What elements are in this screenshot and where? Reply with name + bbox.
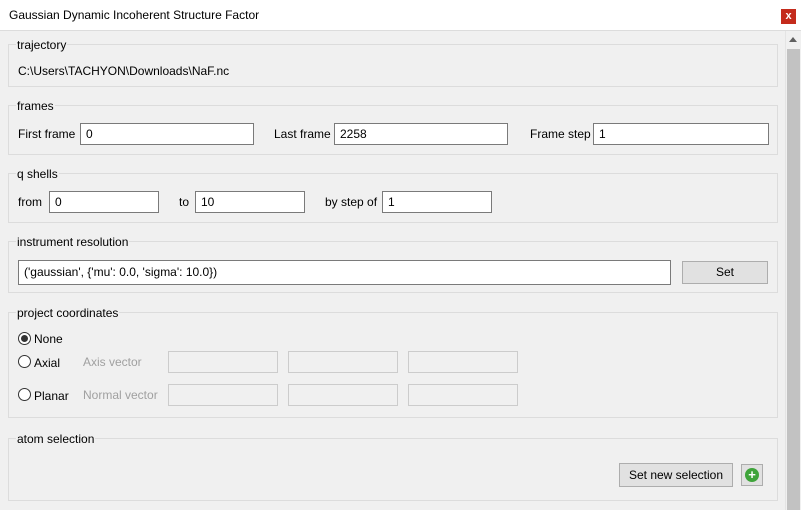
axis-vector-x-input[interactable] <box>168 351 278 373</box>
instrument-resolution-group-title: instrument resolution <box>16 235 130 249</box>
frame-step-input[interactable]: 1 <box>593 123 769 145</box>
title-bar: Gaussian Dynamic Incoherent Structure Fa… <box>0 0 801 31</box>
set-resolution-button[interactable]: Set <box>682 261 768 284</box>
planar-radio-label[interactable]: Planar <box>34 389 69 403</box>
radio-selected-dot <box>21 335 28 342</box>
axis-vector-y-input[interactable] <box>288 351 398 373</box>
normal-vector-label: Normal vector <box>83 388 158 402</box>
first-frame-input[interactable]: 0 <box>80 123 254 145</box>
frames-group-title: frames <box>16 99 55 113</box>
plus-circle-icon: + <box>745 468 759 482</box>
instrument-resolution-group: instrument resolution ('gaussian', {'mu'… <box>8 235 778 293</box>
q-shells-group: q shells from 0 to 10 by step of 1 <box>8 167 778 223</box>
q-step-input[interactable]: 1 <box>382 191 492 213</box>
q-to-input[interactable]: 10 <box>195 191 305 213</box>
normal-vector-x-input[interactable] <box>168 384 278 406</box>
axis-vector-label: Axis vector <box>83 355 142 369</box>
dialog-content: trajectory C:\Users\TACHYON\Downloads\Na… <box>0 31 785 510</box>
axis-vector-z-input[interactable] <box>408 351 518 373</box>
last-frame-label: Last frame <box>274 127 331 141</box>
first-frame-label: First frame <box>18 127 76 141</box>
trajectory-path: C:\Users\TACHYON\Downloads\NaF.nc <box>18 64 230 78</box>
q-from-input[interactable]: 0 <box>49 191 159 213</box>
q-to-label: to <box>179 195 190 209</box>
normal-vector-y-input[interactable] <box>288 384 398 406</box>
normal-vector-z-input[interactable] <box>408 384 518 406</box>
scroll-up-icon[interactable] <box>789 37 797 42</box>
add-selection-button[interactable]: + <box>741 464 763 486</box>
atom-selection-group: atom selection Set new selection + <box>8 432 778 501</box>
frame-step-label: Frame step <box>530 127 591 141</box>
q-from-label: from <box>18 195 42 209</box>
q-shells-group-title: q shells <box>16 167 59 181</box>
project-coordinates-group: project coordinates None Axial Axis vect… <box>8 306 778 418</box>
frames-group: frames First frame 0 Last frame 2258 Fra… <box>8 99 778 155</box>
close-button[interactable]: x <box>781 9 796 24</box>
trajectory-group-title: trajectory <box>16 38 68 52</box>
scroll-thumb[interactable] <box>787 49 800 510</box>
axial-radio[interactable] <box>18 355 31 368</box>
instrument-resolution-input[interactable]: ('gaussian', {'mu': 0.0, 'sigma': 10.0}) <box>18 260 671 285</box>
planar-radio[interactable] <box>18 388 31 401</box>
close-icon: x <box>785 10 792 22</box>
last-frame-input[interactable]: 2258 <box>334 123 508 145</box>
none-radio[interactable] <box>18 332 31 345</box>
trajectory-group: trajectory C:\Users\TACHYON\Downloads\Na… <box>8 38 778 87</box>
vertical-scrollbar[interactable] <box>785 31 801 510</box>
q-step-label: by step of <box>325 195 378 209</box>
none-radio-label[interactable]: None <box>34 332 63 346</box>
atom-selection-group-title: atom selection <box>16 432 96 446</box>
project-coordinates-group-title: project coordinates <box>16 306 120 320</box>
window-title: Gaussian Dynamic Incoherent Structure Fa… <box>9 8 260 22</box>
axial-radio-label[interactable]: Axial <box>34 356 60 370</box>
set-new-selection-button[interactable]: Set new selection <box>619 463 733 487</box>
